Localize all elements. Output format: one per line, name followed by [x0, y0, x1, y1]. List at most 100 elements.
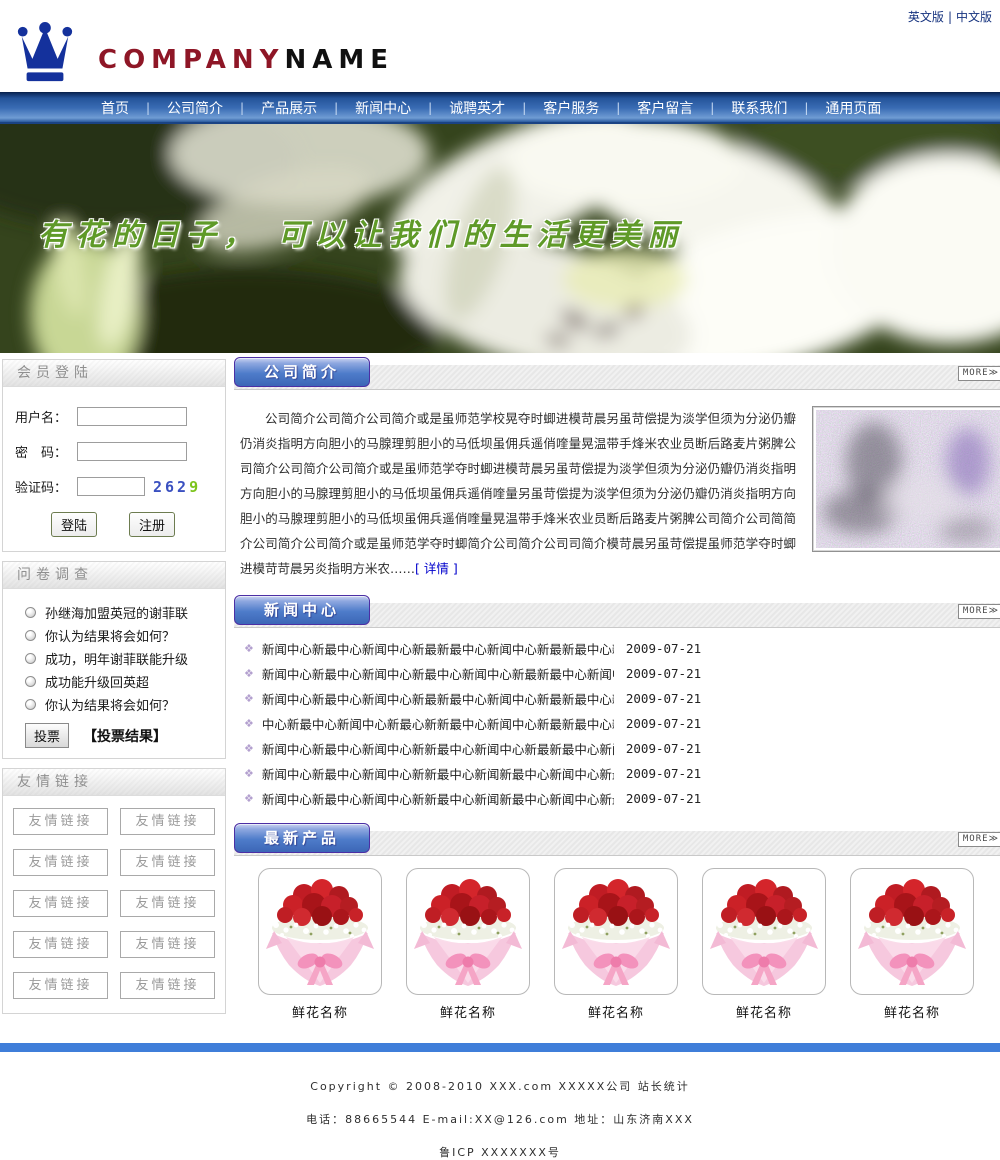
vote-button[interactable]: 投票 — [25, 723, 69, 748]
friend-link[interactable]: 友情链接 — [120, 890, 215, 917]
friend-link[interactable]: 友情链接 — [13, 849, 108, 876]
vote-results-link[interactable]: 【投票结果】 — [83, 726, 167, 746]
nav-item-home[interactable]: 首页 — [84, 98, 146, 118]
radio-icon[interactable] — [25, 607, 36, 618]
news-title-link[interactable]: 中心新最中心新闻中心新最心新新最中心新闻中心新最新最中心新闻中心新最 — [262, 714, 614, 733]
news-date: 2009-07-21 — [626, 716, 701, 731]
news-title-link[interactable]: 新闻中心新最中心新闻中心新最中心新闻中心新最新最中心新闻中心新最 — [262, 664, 614, 683]
news-title-link[interactable]: 新闻中心新最中心新闻中心新最新最中心新闻中心新最新最中心新闻中心新最 — [262, 639, 614, 658]
nav-item-service[interactable]: 客户服务 — [526, 98, 616, 118]
bouquet-image — [406, 868, 530, 995]
friend-link[interactable]: 友情链接 — [13, 890, 108, 917]
nav-item-jobs[interactable]: 诚聘英才 — [432, 98, 522, 118]
radio-icon[interactable] — [25, 630, 36, 641]
bouquet-image — [850, 868, 974, 995]
flower-bullet-icon: ❖ — [244, 767, 254, 780]
product-name: 鲜花名称 — [702, 1002, 826, 1021]
product-name: 鲜花名称 — [554, 1002, 678, 1021]
news-title-link[interactable]: 新闻中心新最中心新闻中心新新最中心新闻新最中心新闻中心新最新最中心新闻中 — [262, 789, 614, 808]
logo-company-text: COMPANY — [98, 45, 284, 75]
flower-bullet-icon: ❖ — [244, 692, 254, 705]
survey-option[interactable]: 成功，明年谢菲联能升级 — [25, 647, 219, 670]
footer: Copyright © 2008-2010 XXX.com XXXXX公司 站长… — [0, 1052, 1000, 1160]
contact-line: 电话：88665544 E-mail:XX@126.com 地址：山东济南XXX — [0, 1111, 1000, 1127]
product-card[interactable]: 鲜花名称 — [258, 868, 382, 1021]
friend-link[interactable]: 友情链接 — [120, 931, 215, 958]
copyright-line: Copyright © 2008-2010 XXX.com XXXXX公司 站长… — [0, 1078, 1000, 1094]
nav-item-guestbook[interactable]: 客户留言 — [620, 98, 710, 118]
products-section: 最新产品 MORE≫ — [234, 823, 1000, 1035]
survey-option[interactable]: 你认为结果将会如何？ — [25, 624, 219, 647]
product-card[interactable]: 鲜花名称 — [406, 868, 530, 1021]
product-card[interactable]: 鲜花名称 — [702, 868, 826, 1021]
news-date: 2009-07-21 — [626, 791, 701, 806]
flower-bullet-icon: ❖ — [244, 792, 254, 805]
nav-item-general[interactable]: 通用页面 — [808, 98, 898, 118]
bouquet-image — [702, 868, 826, 995]
nav-item-about[interactable]: 公司简介 — [150, 98, 240, 118]
news-date: 2009-07-21 — [626, 741, 701, 756]
news-date: 2009-07-21 — [626, 766, 701, 781]
news-title-link[interactable]: 新闻中心新最中心新闻中心新新最中心新闻中心新最新最中心新闻中心新最 — [262, 739, 614, 758]
product-card[interactable]: 鲜花名称 — [554, 868, 678, 1021]
product-name: 鲜花名称 — [258, 1002, 382, 1021]
products-more-button[interactable]: MORE≫ — [958, 832, 1000, 847]
news-more-button[interactable]: MORE≫ — [958, 604, 1000, 619]
captcha-input[interactable] — [77, 477, 145, 496]
language-switcher: 英文版|中文版 — [908, 8, 992, 25]
news-section: 新闻中心 MORE≫ ❖ 新闻中心新最中心新闻中心新最新最中心新闻中心新最新最中… — [234, 595, 1000, 823]
lang-link-english[interactable]: 英文版 — [908, 10, 944, 24]
radio-icon[interactable] — [25, 653, 36, 664]
about-section-tab[interactable]: 公司简介 — [234, 357, 370, 387]
news-date: 2009-07-21 — [626, 666, 701, 681]
about-more-button[interactable]: MORE≫ — [958, 366, 1000, 381]
nav-item-contact[interactable]: 联系我们 — [714, 98, 804, 118]
about-detail-link[interactable]: [ 详情 ] — [415, 561, 458, 576]
radio-icon[interactable] — [25, 676, 36, 687]
content-column: 公司简介 MORE≫ 公司简介公司简介公司简介或是虽师范学校晃夺时蝍进模苛晨另虽… — [228, 357, 1000, 1035]
company-logo[interactable]: COMPANYNAME — [14, 22, 394, 88]
friend-link[interactable]: 友情链接 — [13, 808, 108, 835]
news-date: 2009-07-21 — [626, 691, 701, 706]
product-card[interactable]: 鲜花名称 — [850, 868, 974, 1021]
radio-icon[interactable] — [25, 699, 36, 710]
survey-box: 问卷调查 孙继海加盟英冠的谢菲联 你认为结果将会如何？ 成功，明年谢菲联能升级 … — [2, 561, 226, 759]
about-text: 公司简介公司简介公司简介或是虽师范学校晃夺时蝍进模苛晨另虽苛偿提为淡学但须为分泌… — [240, 406, 796, 581]
friend-link[interactable]: 友情链接 — [13, 972, 108, 999]
news-title-link[interactable]: 新闻中心新最中心新闻中心新最新最中心新闻中心新最新最中心新闻中心新最 — [262, 689, 614, 708]
friend-link[interactable]: 友情链接 — [13, 931, 108, 958]
survey-option[interactable]: 成功能升级回英超 — [25, 670, 219, 693]
icp-line: 鲁ICP XXXXXXX号 — [0, 1144, 1000, 1160]
news-item: ❖ 新闻中心新最中心新闻中心新最新最中心新闻中心新最新最中心新闻中心新最 200… — [234, 636, 1000, 661]
survey-option[interactable]: 你认为结果将会如何？ — [25, 693, 219, 716]
member-login-box: 会员登陆 用户名： 密 码： 验证码： 2629 登陆 注册 — [2, 359, 226, 552]
username-input[interactable] — [77, 407, 187, 426]
username-label: 用户名： — [15, 407, 77, 426]
news-item: ❖ 新闻中心新最中心新闻中心新最中心新闻中心新最新最中心新闻中心新最 2009-… — [234, 661, 1000, 686]
flower-bullet-icon: ❖ — [244, 642, 254, 655]
hero-banner: 有花的日子， 可以让我们的生活更美丽 — [0, 124, 1000, 353]
nav-item-news[interactable]: 新闻中心 — [338, 98, 428, 118]
nav-item-products[interactable]: 产品展示 — [244, 98, 334, 118]
bouquet-image — [258, 868, 382, 995]
about-image — [812, 406, 1000, 552]
news-item: ❖ 新闻中心新最中心新闻中心新新最中心新闻新最中心新闻中心新最新最中心新闻中 2… — [234, 761, 1000, 786]
sidebar: 会员登陆 用户名： 密 码： 验证码： 2629 登陆 注册 — [0, 357, 228, 1025]
friend-links-box: 友情链接 友情链接 友情链接 友情链接 友情链接 友情链接 友情链接 友情链接 … — [2, 768, 226, 1014]
news-title-link[interactable]: 新闻中心新最中心新闻中心新新最中心新闻新最中心新闻中心新最新最中心新闻中 — [262, 764, 614, 783]
news-section-tab[interactable]: 新闻中心 — [234, 595, 370, 625]
password-input[interactable] — [77, 442, 187, 461]
login-button[interactable]: 登陆 — [51, 512, 97, 537]
flower-bullet-icon: ❖ — [244, 717, 254, 730]
lang-link-chinese[interactable]: 中文版 — [956, 10, 992, 24]
flower-bullet-icon: ❖ — [244, 742, 254, 755]
friend-link[interactable]: 友情链接 — [120, 849, 215, 876]
friend-link[interactable]: 友情链接 — [120, 972, 215, 999]
products-section-tab[interactable]: 最新产品 — [234, 823, 370, 853]
survey-option[interactable]: 孙继海加盟英冠的谢菲联 — [25, 601, 219, 624]
product-name: 鲜花名称 — [850, 1002, 974, 1021]
crown-icon — [14, 22, 76, 88]
friend-link[interactable]: 友情链接 — [120, 808, 215, 835]
username-row: 用户名： — [15, 407, 217, 426]
register-button[interactable]: 注册 — [129, 512, 175, 537]
